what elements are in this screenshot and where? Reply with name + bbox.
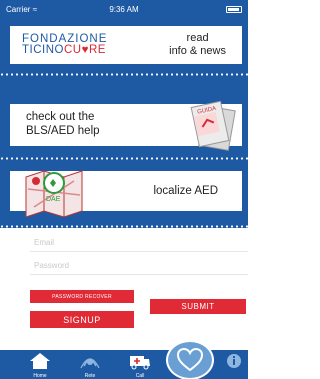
wifi-icon: ≈ <box>32 4 38 14</box>
clock: 9:36 AM <box>109 4 139 14</box>
bls-help-button[interactable]: check out the BLS/AED help GUIDA <box>10 100 242 151</box>
tab-info[interactable] <box>220 350 248 379</box>
carrier-text: Carrier <box>6 4 31 14</box>
submit-button[interactable]: SUBMIT <box>150 299 246 314</box>
email-placeholder: Email <box>34 238 55 247</box>
menu-panel: FONDAZIONE TICINOCU♥RE read info & news … <box>0 18 248 228</box>
logo-ticino: TICINO <box>22 44 64 56</box>
password-recover-button[interactable]: PASSWORD RECOVER <box>30 290 134 303</box>
network-icon <box>80 358 100 369</box>
fondazione-logo: FONDAZIONE TICINOCU♥RE <box>22 33 107 57</box>
tab-home[interactable]: Home <box>20 350 60 379</box>
heart-icon <box>176 348 204 372</box>
read-news-button[interactable]: FONDAZIONE TICINOCU♥RE read info & news <box>10 26 242 64</box>
login-form: Email Password PASSWORD RECOVER SUBMIT S… <box>0 228 248 353</box>
dae-label: DAE <box>46 196 61 203</box>
password-field[interactable]: Password <box>30 257 248 275</box>
tab-rete-label: Rete <box>84 373 96 379</box>
read-news-line1: read <box>186 32 209 45</box>
read-news-line2: info & news <box>169 45 226 57</box>
read-news-label: read info & news <box>169 32 226 57</box>
guide-book-icon: GUIDA <box>190 100 236 151</box>
logo-cu: CU <box>63 44 82 56</box>
password-placeholder: Password <box>34 261 70 270</box>
email-field[interactable]: Email <box>30 234 248 252</box>
signup-button[interactable]: SIGNUP <box>30 311 134 328</box>
battery-icon <box>226 5 242 13</box>
tab-call[interactable]: Call <box>120 350 160 379</box>
ambulance-icon <box>130 356 150 370</box>
heart-button[interactable] <box>166 340 214 379</box>
heart-icon: ♥ <box>81 44 89 56</box>
logo-re: RE <box>88 44 106 56</box>
map-icon: DAE <box>25 170 83 217</box>
home-icon <box>30 353 50 369</box>
tab-bar: Home Rete Call <box>0 340 248 379</box>
tab-rete[interactable]: Rete <box>70 350 110 379</box>
bls-help-label: check out the BLS/AED help <box>26 111 100 139</box>
localize-aed-label: localize AED <box>153 185 218 197</box>
tab-call-label: Call <box>135 373 145 379</box>
localize-aed-button[interactable]: DAE localize AED <box>10 170 242 217</box>
carrier-label: Carrier ≈ <box>6 5 37 14</box>
divider <box>0 157 248 160</box>
divider <box>0 73 248 76</box>
bls-help-line2: BLS/AED help <box>26 125 100 137</box>
info-icon <box>227 354 241 368</box>
logo-line2: TICINOCU♥RE <box>22 44 107 57</box>
status-bar: Carrier ≈ 9:36 AM <box>0 0 248 18</box>
tab-home-label: Home <box>33 373 47 379</box>
bls-help-line1: check out the <box>26 111 95 124</box>
